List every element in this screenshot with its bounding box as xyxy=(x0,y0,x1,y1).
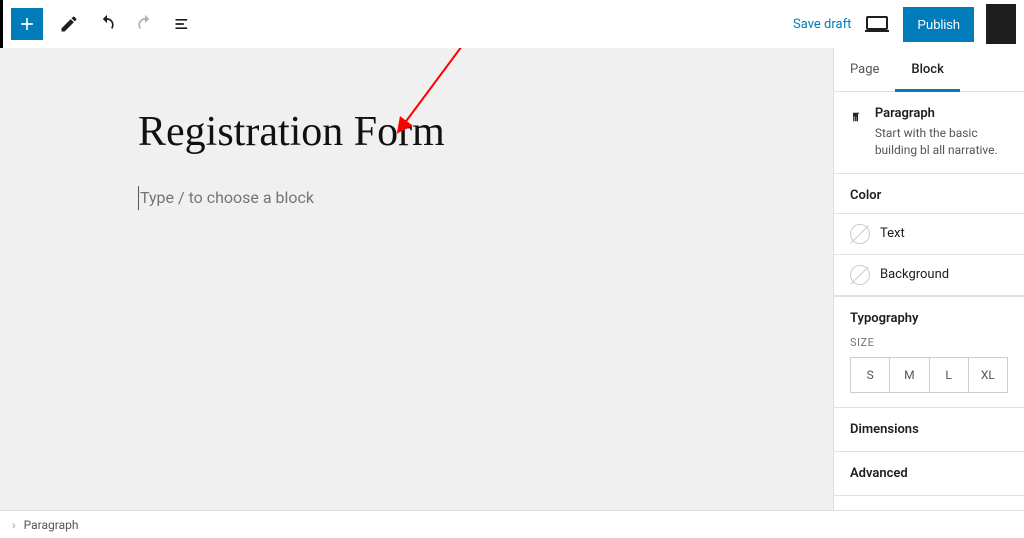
page-title[interactable]: Registration Form xyxy=(138,108,695,156)
empty-swatch-icon xyxy=(850,265,870,285)
plus-icon xyxy=(17,14,37,34)
block-info-panel: Paragraph Start with the basic building … xyxy=(834,92,1024,174)
size-s-button[interactable]: S xyxy=(851,358,890,392)
color-panel: Color Text Background xyxy=(834,174,1024,297)
undo-icon xyxy=(97,14,117,34)
text-color-label: Text xyxy=(880,226,905,241)
size-xl-button[interactable]: XL xyxy=(969,358,1007,392)
toolbar-left xyxy=(11,6,201,42)
tab-block[interactable]: Block xyxy=(895,48,959,92)
toolbar-right: Save draft Publish xyxy=(793,4,1016,44)
editor-content: Registration Form Type / to choose a blo… xyxy=(0,48,833,510)
empty-swatch-icon xyxy=(850,224,870,244)
undo-button[interactable] xyxy=(89,6,125,42)
editor-canvas[interactable]: Registration Form Type / to choose a blo… xyxy=(0,48,833,510)
settings-sidebar: Page Block Paragraph Start with the basi… xyxy=(833,48,1024,510)
redo-icon xyxy=(135,14,155,34)
document-overview-button[interactable] xyxy=(165,6,201,42)
paragraph-icon xyxy=(850,106,863,128)
add-block-button[interactable] xyxy=(11,8,43,40)
sidebar-tabs: Page Block xyxy=(834,48,1024,92)
chevron-right-icon: › xyxy=(12,518,16,532)
redo-button[interactable] xyxy=(127,6,163,42)
color-heading: Color xyxy=(850,188,1008,203)
save-draft-link[interactable]: Save draft xyxy=(793,17,851,32)
size-m-button[interactable]: M xyxy=(890,358,929,392)
block-breadcrumb: › Paragraph xyxy=(0,510,1024,538)
preview-button[interactable] xyxy=(863,14,891,34)
advanced-panel-toggle[interactable]: Advanced xyxy=(834,452,1024,496)
background-color-button[interactable]: Background xyxy=(834,255,1024,295)
paragraph-block-placeholder[interactable]: Type / to choose a block xyxy=(138,186,695,210)
tab-page[interactable]: Page xyxy=(834,48,895,91)
settings-sidebar-toggle[interactable] xyxy=(986,4,1016,44)
typography-panel: Typography SIZE S M L XL xyxy=(834,297,1024,408)
text-color-button[interactable]: Text xyxy=(834,214,1024,255)
breadcrumb-item[interactable]: Paragraph xyxy=(24,518,79,532)
block-name-label: Paragraph xyxy=(875,106,1008,121)
editor-top-bar: Save draft Publish xyxy=(0,0,1024,48)
background-color-label: Background xyxy=(880,267,949,282)
dimensions-panel-toggle[interactable]: Dimensions xyxy=(834,408,1024,452)
main-area: Registration Form Type / to choose a blo… xyxy=(0,48,1024,510)
publish-button[interactable]: Publish xyxy=(903,7,974,42)
size-label: SIZE xyxy=(850,336,1008,349)
typography-heading: Typography xyxy=(850,311,1008,326)
size-button-group: S M L XL xyxy=(850,357,1008,393)
device-icon xyxy=(865,15,889,33)
tools-button[interactable] xyxy=(51,6,87,42)
size-l-button[interactable]: L xyxy=(930,358,969,392)
block-description: Start with the basic building bl all nar… xyxy=(875,125,1008,159)
list-icon xyxy=(173,14,193,34)
pencil-icon xyxy=(59,14,79,34)
